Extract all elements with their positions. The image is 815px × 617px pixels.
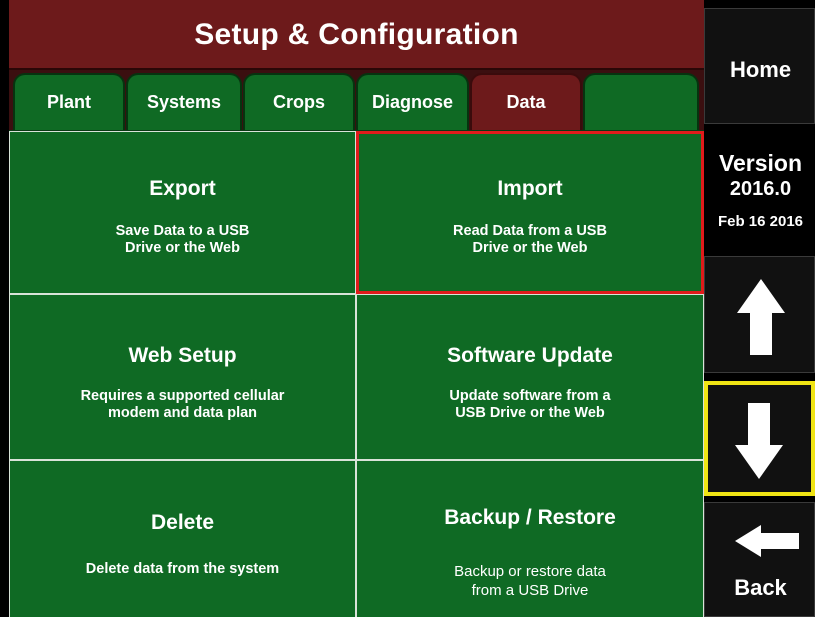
- scroll-down-button[interactable]: [704, 381, 815, 496]
- web-setup-description-line-1: Requires a supported cellular: [80, 388, 285, 404]
- tab-systems[interactable]: Systems: [126, 73, 242, 130]
- title-bar: Setup & Configuration: [9, 0, 704, 70]
- import-description-line-1: Read Data from a USB: [453, 223, 607, 239]
- scroll-up-button[interactable]: [704, 256, 815, 373]
- web-setup-description-line-2: modem and data plan: [107, 405, 258, 421]
- software-update-description-line-1: Update software from a: [449, 388, 611, 404]
- page-title: Setup & Configuration: [194, 18, 519, 51]
- web-setup-title: Web Setup: [128, 344, 237, 367]
- arrow-down-icon: [735, 403, 783, 479]
- delete-title: Delete: [150, 511, 215, 534]
- version-date: Feb 16 2016: [717, 213, 804, 230]
- back-label: Back: [734, 575, 787, 600]
- version-panel: Version 2016.0 Feb 16 2016: [704, 127, 815, 254]
- import-tile[interactable]: Import Read Data from a USB Drive or the…: [356, 131, 704, 294]
- backup-restore-description-line-1: Backup or restore data: [454, 563, 606, 580]
- import-description-line-2: Drive or the Web: [472, 240, 588, 256]
- software-update-tile[interactable]: Software Update Update software from a U…: [356, 294, 704, 460]
- software-update-title: Software Update: [447, 344, 613, 367]
- tab-empty[interactable]: [583, 73, 699, 130]
- import-title: Import: [497, 177, 563, 200]
- side-panel: Home Version 2016.0 Feb 16 2016 Back: [704, 0, 815, 617]
- main-panel: Setup & Configuration Plant Systems Crop…: [9, 0, 704, 617]
- backup-restore-description-line-2: from a USB Drive: [471, 582, 589, 599]
- delete-tile[interactable]: Delete Delete data from the system: [9, 460, 356, 617]
- export-tile[interactable]: Export Save Data to a USB Drive or the W…: [9, 131, 356, 294]
- version-label: Version: [718, 150, 803, 176]
- web-setup-tile[interactable]: Web Setup Requires a supported cellular …: [9, 294, 356, 460]
- tab-diagnose[interactable]: Diagnose: [356, 73, 469, 130]
- back-button[interactable]: Back: [704, 502, 815, 617]
- home-label: Home: [729, 57, 792, 82]
- tab-data[interactable]: Data: [470, 73, 582, 130]
- backup-restore-tile[interactable]: Backup / Restore Backup or restore data …: [356, 460, 704, 617]
- export-description-line-1: Save Data to a USB: [115, 223, 250, 239]
- app-window: Setup & Configuration Plant Systems Crop…: [0, 0, 815, 617]
- version-number: 2016.0: [729, 178, 792, 200]
- export-description-line-2: Drive or the Web: [125, 240, 240, 256]
- arrow-left-icon: [735, 525, 799, 557]
- tab-strip: Plant Systems Crops Diagnose Data: [9, 70, 704, 130]
- tab-crops[interactable]: Crops: [243, 73, 355, 130]
- arrow-up-icon: [737, 279, 785, 355]
- export-title: Export: [149, 177, 216, 200]
- delete-description: Delete data from the system: [85, 561, 280, 577]
- software-update-description-line-2: USB Drive or the Web: [455, 405, 605, 421]
- backup-restore-title: Backup / Restore: [444, 506, 616, 529]
- tab-plant[interactable]: Plant: [13, 73, 125, 130]
- home-button[interactable]: Home: [704, 8, 815, 124]
